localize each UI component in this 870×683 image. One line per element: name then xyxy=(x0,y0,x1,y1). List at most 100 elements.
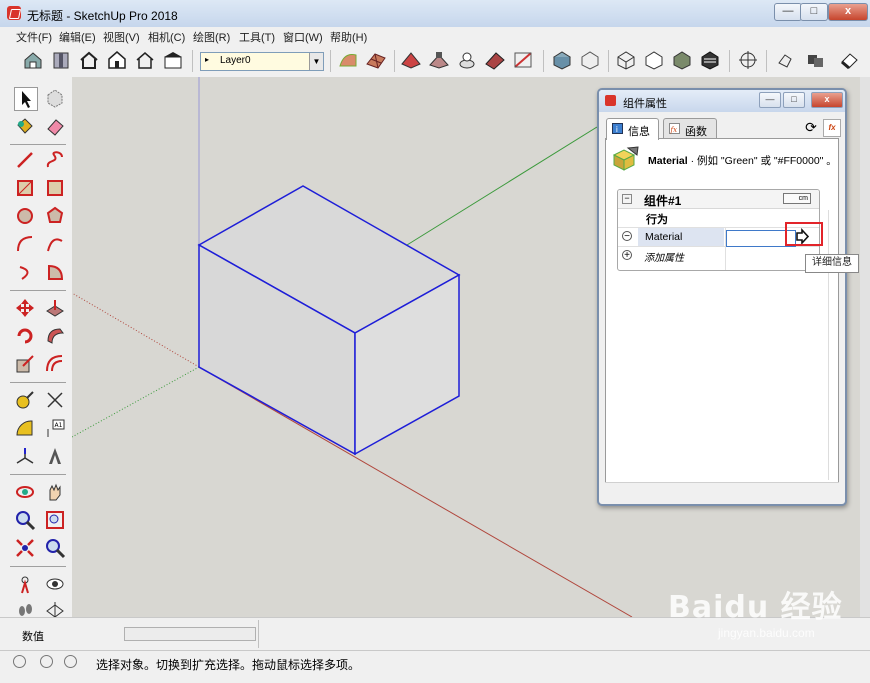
toolbar-separator xyxy=(729,50,730,72)
arc-tool-icon[interactable] xyxy=(14,233,36,255)
dialog-titlebar[interactable]: 组件属性 — □ x xyxy=(599,90,845,112)
warehouse-icon[interactable] xyxy=(22,49,44,71)
look-around-icon[interactable] xyxy=(44,573,66,595)
sandbox-from-contours-icon[interactable] xyxy=(337,49,359,71)
monochrome-icon[interactable] xyxy=(699,49,721,71)
menu-file[interactable]: 文件(F) xyxy=(16,29,52,45)
add-attribute-row[interactable]: + 添加属性 xyxy=(618,247,819,265)
extension-warehouse-icon[interactable] xyxy=(50,49,72,71)
close-button[interactable]: x xyxy=(828,3,868,21)
dialog-minimize-button[interactable]: — xyxy=(759,92,781,108)
follow-me-icon[interactable] xyxy=(44,325,66,347)
home-icon[interactable] xyxy=(78,49,100,71)
move-tool-icon[interactable] xyxy=(14,297,36,319)
back-edges-icon[interactable] xyxy=(579,49,601,71)
shaded-icon[interactable] xyxy=(671,49,693,71)
drape-icon[interactable] xyxy=(456,49,478,71)
make-component-icon[interactable] xyxy=(44,87,66,109)
smoove-icon[interactable] xyxy=(400,49,422,71)
hint-attribute-name: Material xyxy=(648,155,688,167)
stamp-icon[interactable] xyxy=(428,49,450,71)
zoom-window-icon[interactable] xyxy=(44,509,66,531)
menu-camera[interactable]: 相机(C) xyxy=(148,29,185,45)
add-attribute-label[interactable]: 添加属性 xyxy=(644,249,684,264)
tab-info[interactable]: i 信息 xyxy=(606,118,659,140)
add-detail-icon[interactable] xyxy=(484,49,506,71)
offset-tool-icon[interactable] xyxy=(44,353,66,375)
layer-dropdown[interactable]: ▸ Layer0 ▼ xyxy=(200,52,324,71)
previous-view-icon[interactable] xyxy=(773,49,795,71)
eraser-tool-icon[interactable] xyxy=(44,115,66,137)
two-point-arc-icon[interactable] xyxy=(44,233,66,255)
3d-text-icon[interactable] xyxy=(44,445,66,467)
hint-row: Material · 例如 "Green" 或 "#FF0000" 。 xyxy=(608,143,838,179)
collapse-toggle[interactable]: − xyxy=(622,194,632,204)
tape-measure-icon[interactable] xyxy=(14,389,36,411)
zoom-tool-icon[interactable] xyxy=(14,509,36,531)
rotate-tool-icon[interactable] xyxy=(14,325,36,347)
chevron-down-icon[interactable]: ▼ xyxy=(309,53,323,70)
rotated-rectangle-icon[interactable] xyxy=(44,177,66,199)
component-header-row[interactable]: − 组件#1 cm xyxy=(618,190,819,209)
menu-help[interactable]: 帮助(H) xyxy=(330,29,367,45)
toolbar-separator xyxy=(608,50,609,72)
components-icon[interactable] xyxy=(805,49,827,71)
window-titlebar[interactable]: 无标题 - SketchUp Pro 2018 — □ x xyxy=(0,0,870,28)
line-tool-icon[interactable] xyxy=(14,149,36,171)
xray-style-icon[interactable] xyxy=(551,49,573,71)
position-camera-icon[interactable] xyxy=(14,573,36,595)
polygon-tool-icon[interactable] xyxy=(44,205,66,227)
units-selector[interactable]: cm xyxy=(783,193,811,204)
circle-tool-icon[interactable] xyxy=(14,205,36,227)
axes-tool-icon[interactable] xyxy=(14,445,36,467)
orbit-tool-icon[interactable] xyxy=(14,481,36,503)
freehand-tool-icon[interactable] xyxy=(44,149,66,171)
measurements-input[interactable] xyxy=(124,627,256,641)
annotation-highlight-box xyxy=(785,222,823,246)
menu-view[interactable]: 视图(V) xyxy=(103,29,140,45)
panel-scrollbar[interactable] xyxy=(828,210,837,480)
maximize-button[interactable]: □ xyxy=(800,3,828,21)
house-icon[interactable] xyxy=(106,49,128,71)
geolocation-icon[interactable] xyxy=(13,655,26,668)
pie-tool-icon[interactable] xyxy=(44,261,66,283)
three-point-arc-icon[interactable] xyxy=(14,261,36,283)
house-outline-icon[interactable] xyxy=(134,49,156,71)
tab-info-label: 信息 xyxy=(628,126,650,138)
eraser-icon[interactable] xyxy=(838,49,860,71)
orbit-axes-icon[interactable] xyxy=(737,49,759,71)
paint-bucket-icon[interactable] xyxy=(14,115,36,137)
storefront-icon[interactable] xyxy=(162,49,184,71)
remove-attribute-icon[interactable]: − xyxy=(622,231,632,242)
component-attributes-dialog: 组件属性 — □ x i 信息 fx 函数 ⟳ fx Material · 例如… xyxy=(597,88,847,506)
dialog-close-button[interactable]: x xyxy=(811,92,843,108)
minimize-button[interactable]: — xyxy=(774,3,802,21)
menu-draw[interactable]: 绘图(R) xyxy=(193,29,230,45)
add-attribute-icon[interactable]: + xyxy=(622,250,632,261)
protractor-icon[interactable] xyxy=(14,417,36,439)
sandbox-from-scratch-icon[interactable] xyxy=(365,49,387,71)
rectangle-tool-icon[interactable] xyxy=(14,177,36,199)
tab-functions[interactable]: fx 函数 xyxy=(663,118,717,139)
hidden-line-icon[interactable] xyxy=(643,49,665,71)
dialog-maximize-button[interactable]: □ xyxy=(783,92,805,108)
refresh-icon[interactable]: ⟳ xyxy=(803,119,819,135)
menu-window[interactable]: 窗口(W) xyxy=(283,29,323,45)
credits-icon[interactable] xyxy=(40,655,53,668)
zoom-extents-icon[interactable] xyxy=(14,537,36,559)
select-tool-icon[interactable] xyxy=(14,87,38,111)
flip-edge-icon[interactable] xyxy=(512,49,534,71)
menu-edit[interactable]: 编辑(E) xyxy=(59,29,96,45)
wireframe-icon[interactable] xyxy=(615,49,637,71)
menu-tools[interactable]: 工具(T) xyxy=(239,29,275,45)
fx-icon[interactable]: fx xyxy=(823,119,841,137)
scale-tool-icon[interactable] xyxy=(14,353,36,375)
hint-example: · 例如 "Green" 或 "#FF0000" 。 xyxy=(687,155,837,167)
text-tool-icon[interactable]: A1 xyxy=(44,417,66,439)
toolbar-separator xyxy=(192,50,193,72)
pan-tool-icon[interactable] xyxy=(44,481,66,503)
dimension-tool-icon[interactable] xyxy=(44,389,66,411)
previous-view-tool-icon[interactable] xyxy=(44,537,66,559)
user-account-icon[interactable] xyxy=(64,655,77,668)
push-pull-icon[interactable] xyxy=(44,297,66,319)
